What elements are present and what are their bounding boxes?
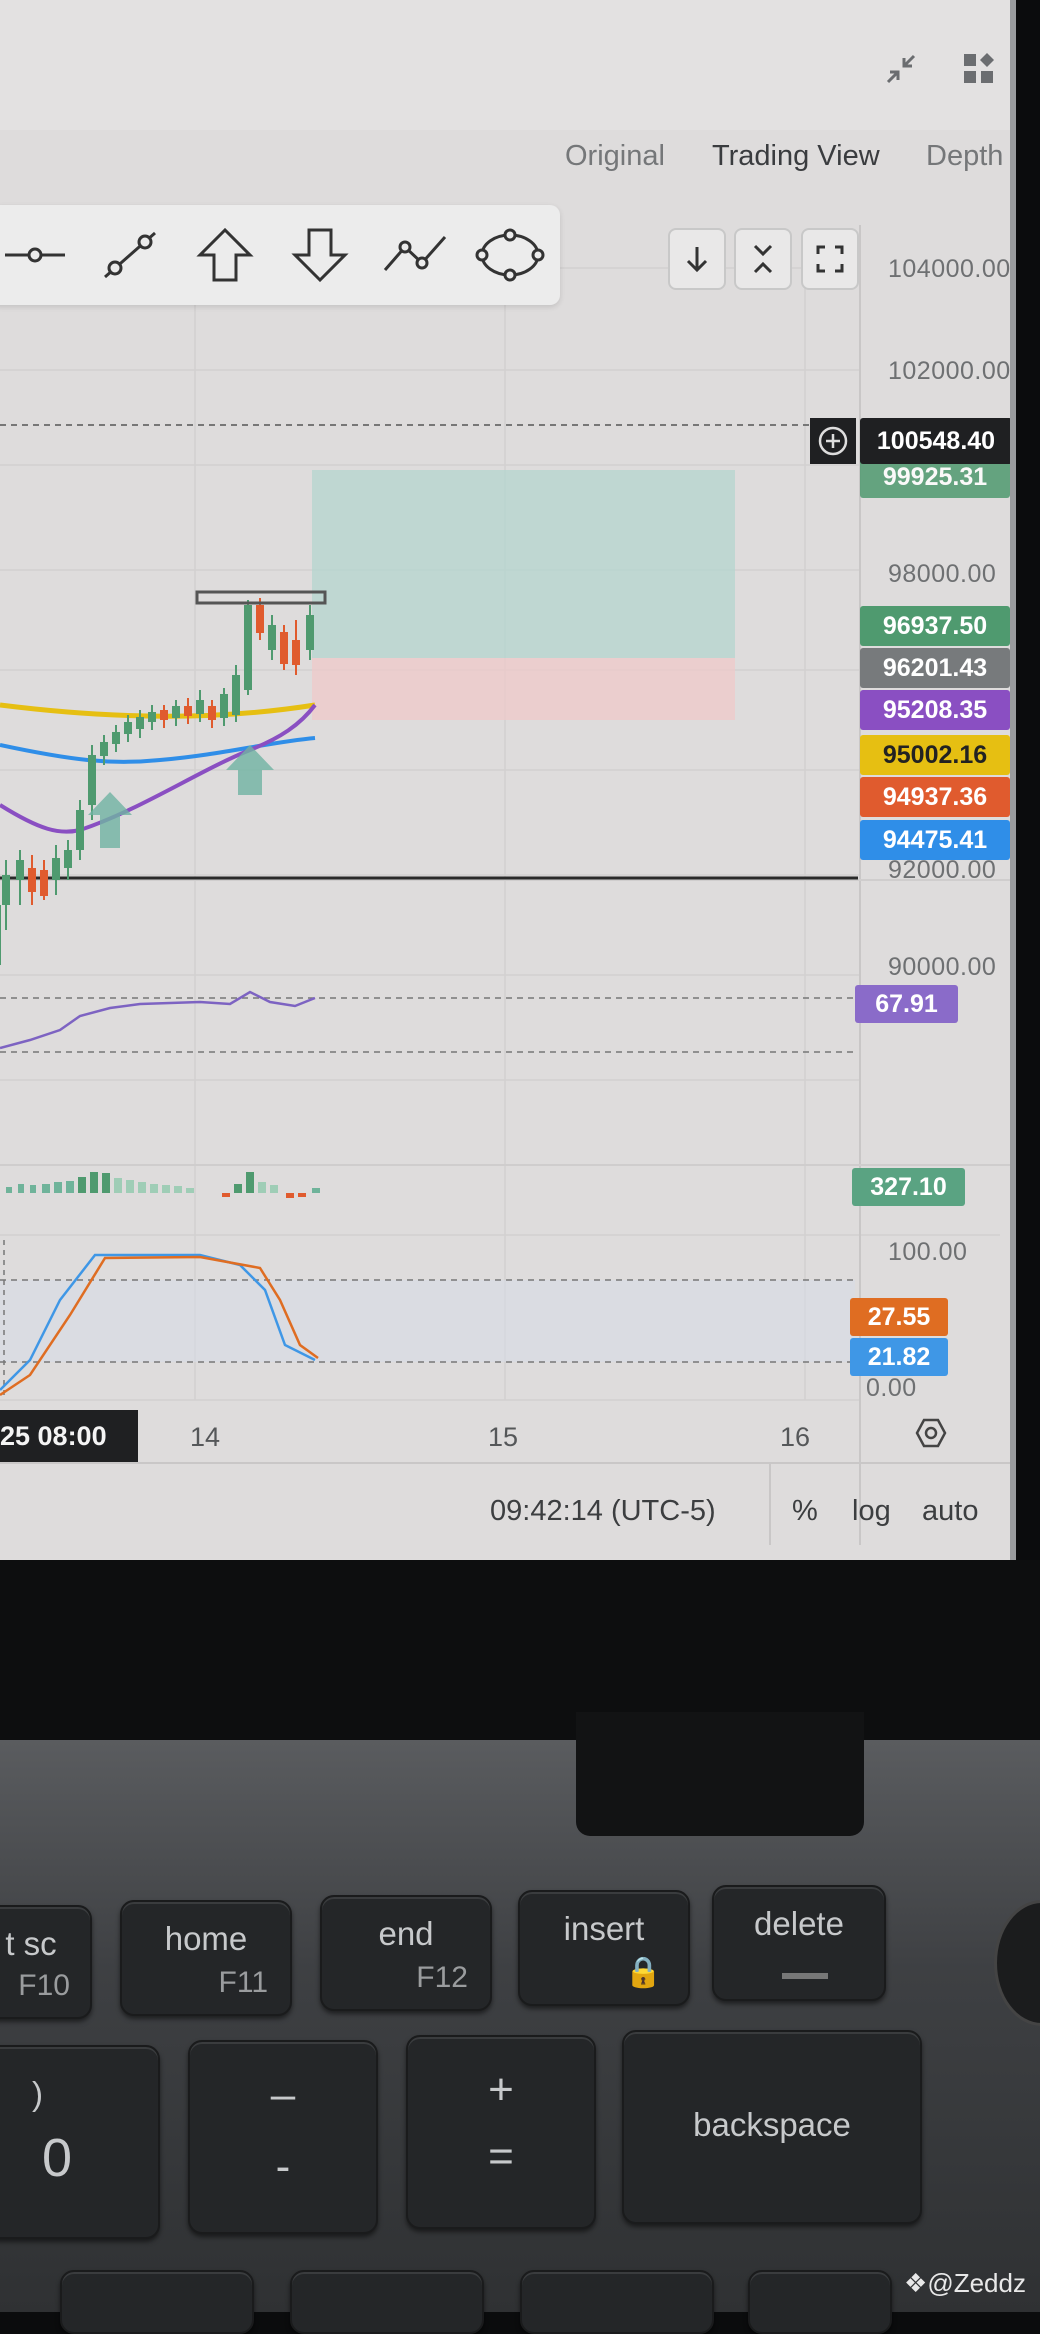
volume-bars	[6, 1172, 320, 1198]
stoch-bottom-label: 0.00	[866, 1374, 917, 1402]
settings-hex-icon[interactable]	[914, 1416, 948, 1455]
candlesticks	[0, 598, 314, 965]
ma-orange-tag: 94937.36	[860, 777, 1010, 817]
key-label: +	[488, 2065, 514, 2114]
key-label: –	[270, 2070, 296, 2119]
arrow-down-icon[interactable]	[285, 225, 355, 285]
key-label: backspace	[693, 2106, 851, 2143]
utc-clock[interactable]: 09:42:14 (UTC-5)	[490, 1495, 716, 1528]
insert-key[interactable]: insert 🔒	[518, 1890, 690, 2006]
key-label: F12	[416, 1961, 468, 1994]
end-key[interactable]: end F12	[320, 1895, 492, 2011]
time-label: 15	[488, 1422, 519, 1452]
price-tick: 102000.00	[888, 357, 1011, 385]
prtsc-key[interactable]: t sc F10	[0, 1905, 92, 2019]
watermark-text: @Zeddz	[927, 2268, 1026, 2298]
add-alert-button[interactable]	[810, 418, 856, 464]
rsi-value-tag: 67.91	[855, 985, 958, 1023]
horizontal-line-icon[interactable]	[0, 225, 70, 285]
auto-scale-toggle[interactable]: auto	[922, 1495, 978, 1528]
collapse-vertical-button[interactable]	[734, 228, 792, 290]
key-label: 0	[42, 2128, 73, 2188]
key-label: insert	[563, 1910, 645, 1947]
plus-circle-icon	[818, 426, 848, 456]
ma-purple-tag: 95208.35	[860, 690, 1010, 730]
volume-value-tag: 327.10	[852, 1168, 965, 1206]
trend-line-icon[interactable]	[95, 225, 165, 285]
screen-bezel	[0, 1560, 1040, 1760]
key-label: =	[488, 2132, 514, 2181]
key-row-bottom[interactable]	[520, 2270, 714, 2334]
trading-screen: Original Trading View Depth 104000.00 10…	[0, 0, 1016, 1560]
key-label: home	[164, 1920, 248, 1957]
drawing-toolbar	[0, 205, 560, 305]
ellipse-icon[interactable]	[475, 225, 545, 285]
key-label: )	[32, 2075, 43, 2112]
price-tick: 92000.00	[888, 856, 997, 884]
key-row-bottom[interactable]	[290, 2270, 484, 2334]
chart-bottom-bar: 09:42:14 (UTC-5) % log auto	[0, 1495, 1010, 1545]
loss-zone[interactable]	[312, 658, 735, 720]
minus-key[interactable]: – -	[188, 2040, 378, 2234]
price-tick: 90000.00	[888, 953, 997, 981]
key-label: end	[378, 1915, 434, 1952]
time-cursor-label: 25 08:00	[0, 1410, 138, 1462]
key-label: F10	[18, 1969, 70, 2002]
percent-scale-toggle[interactable]: %	[792, 1495, 818, 1528]
fit-screen-button[interactable]	[801, 228, 859, 290]
buy-arrow-icon	[226, 745, 274, 795]
fit-screen-icon	[816, 245, 844, 273]
grid	[0, 230, 1000, 1401]
delete-key[interactable]: delete	[712, 1885, 886, 2001]
laptop-hinge	[576, 1712, 864, 1836]
price-tick: 104000.00	[888, 255, 1011, 283]
log-scale-toggle[interactable]: log	[852, 1495, 891, 1528]
scroll-to-latest-button[interactable]	[668, 228, 726, 290]
zero-key[interactable]: ) 0	[0, 2045, 160, 2239]
ma-blue-tag: 94475.41	[860, 820, 1010, 860]
backspace-key[interactable]: backspace	[622, 2030, 922, 2224]
key-row-bottom[interactable]	[748, 2270, 892, 2334]
arrow-down-icon	[686, 247, 708, 273]
watermark: ❖@Zeddz	[904, 2268, 1026, 2299]
time-label: 16	[780, 1422, 811, 1452]
rsi-line	[0, 990, 316, 1050]
home-key[interactable]: home F11	[120, 1900, 292, 2016]
underline-mark	[782, 1973, 828, 1979]
path-icon[interactable]	[380, 225, 450, 285]
key-label: delete	[754, 1905, 844, 1942]
last-price-tag: 96937.50	[860, 606, 1010, 646]
arrow-up-icon[interactable]	[190, 225, 260, 285]
key-label: F11	[218, 1966, 268, 1999]
diamond-logo-icon: ❖	[904, 2268, 928, 2298]
lock-icon: 🔒	[624, 1956, 662, 1989]
time-label: 14	[190, 1422, 221, 1452]
equals-key[interactable]: + =	[406, 2035, 596, 2229]
key-label: -	[275, 2142, 291, 2191]
stoch-d-tag: 21.82	[850, 1338, 948, 1376]
ma-yellow-line	[0, 702, 316, 719]
price-line-tag: 96201.43	[860, 648, 1010, 688]
stoch-k-tag: 27.55	[850, 1298, 948, 1336]
stoch-top-label: 100.00	[888, 1238, 968, 1266]
key-row-bottom[interactable]	[60, 2270, 254, 2334]
profit-zone[interactable]	[312, 470, 735, 658]
collapse-vertical-icon	[753, 244, 773, 274]
key-label: t sc	[5, 1925, 57, 1962]
crosshair-price-label: 100548.40	[860, 418, 1010, 464]
ma-yellow-tag: 95002.16	[860, 735, 1010, 775]
price-tick: 98000.00	[888, 560, 997, 588]
